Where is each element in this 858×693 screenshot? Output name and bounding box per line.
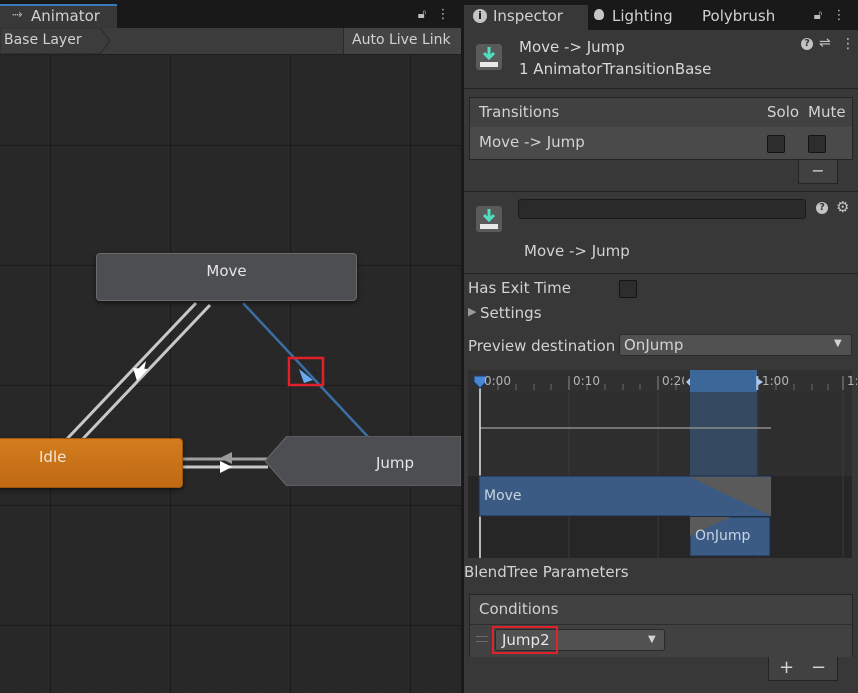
- conditions-list: Conditions Jump2 ▼: [469, 594, 853, 657]
- inspector-subtitle: 1 AnimatorTransitionBase: [519, 60, 712, 78]
- animator-window: ⤑ Animator 🔓︎ ⋮ Base Layer Auto Live Lin…: [0, 0, 461, 693]
- solo-header: Solo: [767, 103, 800, 121]
- add-condition-button[interactable]: +: [779, 657, 794, 679]
- transitions-list: Transitions Solo Mute Move -> Jump: [469, 97, 853, 160]
- onjump-clip-label: OnJump: [695, 528, 751, 544]
- tab-inspector-label: Inspector: [493, 7, 563, 25]
- transition-icon: [476, 44, 502, 70]
- state-idle-label: Idle: [39, 448, 67, 466]
- transition-detail-icon: [476, 206, 502, 232]
- inspector-window: i Inspector Lighting Polybrush 🔓︎ ⋮ Move…: [464, 0, 858, 693]
- tab-lighting-label: Lighting: [612, 7, 673, 25]
- animator-graph[interactable]: [0, 55, 461, 693]
- condition-chevron-down-icon: ▼: [648, 634, 656, 645]
- transition-row-label: Move -> Jump: [479, 133, 585, 151]
- state-jump-label: Jump: [376, 454, 415, 472]
- more-options-icon[interactable]: ⋮: [436, 7, 450, 23]
- detail-help-icon[interactable]: ?: [816, 202, 828, 214]
- inspector-title: Move -> Jump: [519, 38, 625, 56]
- header-more-icon[interactable]: ⋮: [841, 36, 855, 52]
- tick-label-1: 0:10: [573, 374, 600, 388]
- foldout-arrow-icon: ▶: [468, 305, 477, 318]
- tab-lighting[interactable]: Lighting: [590, 5, 698, 30]
- state-idle[interactable]: Idle: [0, 438, 183, 488]
- mute-checkbox[interactable]: [808, 135, 826, 153]
- auto-live-link-label: Auto Live Link: [352, 32, 451, 48]
- transition-detail-label: Move -> Jump: [524, 242, 630, 260]
- tick-label-3: 1:00: [762, 374, 789, 388]
- inspector-more-options-icon[interactable]: ⋮: [832, 8, 846, 24]
- auto-live-link-button[interactable]: Auto Live Link: [343, 28, 461, 54]
- animator-tab[interactable]: ⤑ Animator: [0, 4, 117, 28]
- transitions-header: Transitions: [479, 103, 560, 121]
- condition-add-remove: + −: [768, 657, 838, 681]
- settings-label: Settings: [480, 304, 542, 322]
- has-exit-time-checkbox[interactable]: [619, 280, 637, 298]
- state-move[interactable]: Move: [96, 253, 357, 301]
- animator-icon: ⤑: [12, 7, 23, 22]
- tick-label-2: 0:20: [662, 374, 684, 388]
- drag-handle-icon[interactable]: [476, 636, 488, 642]
- divider-3: [464, 273, 858, 274]
- transition-name-field[interactable]: [518, 199, 806, 219]
- chevron-down-icon: ▼: [834, 338, 842, 349]
- transition-timeline[interactable]: [468, 370, 852, 558]
- tab-polybrush[interactable]: Polybrush: [698, 5, 798, 30]
- lock-icon[interactable]: 🔓︎: [414, 7, 430, 23]
- tick-label-0: 0:00: [484, 374, 511, 388]
- lightbulb-icon: [594, 9, 604, 20]
- has-exit-time-label: Has Exit Time: [468, 279, 571, 297]
- preview-destination-dropdown[interactable]: OnJump ▼: [619, 334, 852, 356]
- solo-checkbox[interactable]: [767, 135, 785, 153]
- settings-foldout[interactable]: ▶ Settings: [468, 304, 618, 324]
- tab-polybrush-label: Polybrush: [702, 7, 776, 25]
- info-icon: i: [473, 9, 487, 23]
- preview-destination-value: OnJump: [624, 336, 684, 354]
- settings-gear-icon[interactable]: ⚙: [836, 198, 849, 216]
- animator-tab-label: Animator: [31, 7, 100, 25]
- divider-2: [464, 191, 858, 192]
- preview-destination-label: Preview destination: [468, 337, 616, 355]
- conditions-header: Conditions: [479, 600, 559, 618]
- breadcrumb-base-layer: Base Layer: [4, 32, 82, 48]
- remove-transition-label: −: [811, 161, 825, 180]
- blendtree-parameters-label: BlendTree Parameters: [464, 563, 629, 581]
- state-move-label: Move: [206, 262, 247, 280]
- move-clip-label: Move: [484, 488, 522, 504]
- remove-condition-button[interactable]: −: [811, 657, 826, 679]
- condition-highlight: [492, 626, 558, 654]
- presets-icon[interactable]: ⇌: [819, 35, 831, 51]
- state-jump[interactable]: [265, 436, 461, 486]
- remove-transition-button[interactable]: −: [798, 160, 838, 184]
- condition-row[interactable]: Jump2 ▼: [470, 624, 852, 657]
- inspector-lock-icon[interactable]: 🔓︎: [810, 8, 826, 24]
- divider: [464, 88, 858, 89]
- tick-label-4: 1:: [847, 374, 857, 388]
- tab-inspector[interactable]: i Inspector: [464, 5, 588, 30]
- mute-header: Mute: [808, 103, 846, 121]
- transition-row[interactable]: Move -> Jump: [470, 127, 852, 159]
- help-icon[interactable]: ?: [801, 38, 813, 50]
